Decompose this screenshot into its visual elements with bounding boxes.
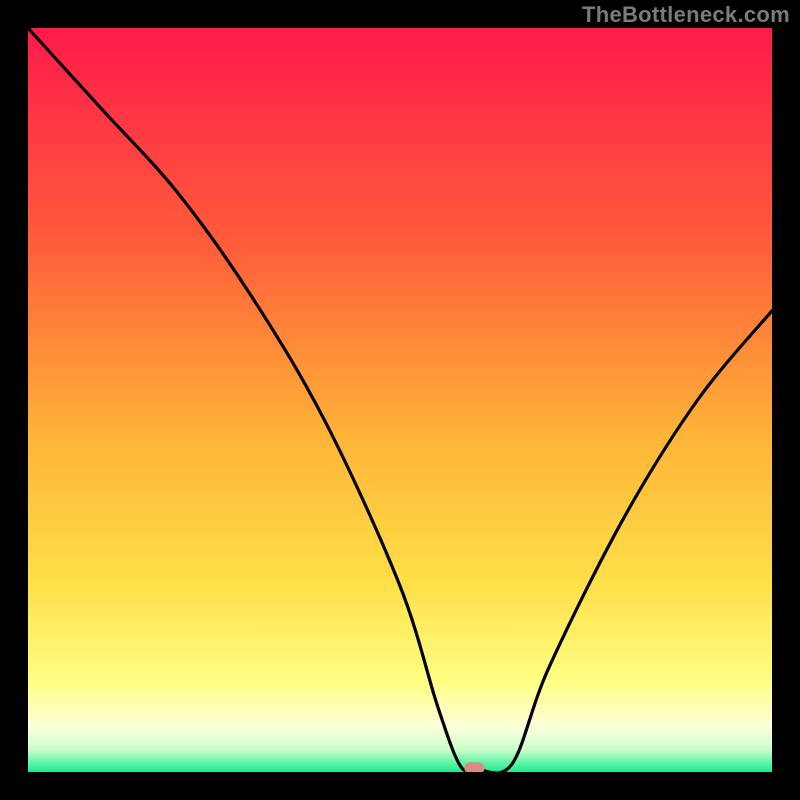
gradient-background (28, 28, 772, 772)
watermark-text: TheBottleneck.com (582, 2, 790, 28)
optimal-marker (464, 762, 484, 772)
chart-svg (28, 28, 772, 772)
chart-frame: TheBottleneck.com (0, 0, 800, 800)
plot-area (28, 28, 772, 772)
